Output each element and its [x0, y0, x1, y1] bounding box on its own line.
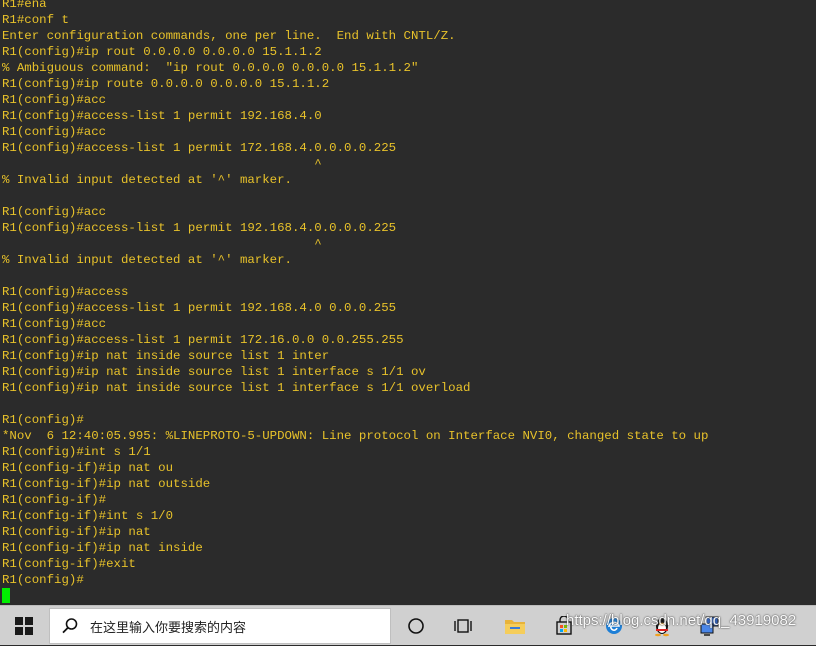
search-icon	[50, 608, 90, 644]
terminal-line: % Invalid input detected at '^' marker.	[2, 173, 292, 187]
terminal-line: R1(config)#access-list 1 permit 172.168.…	[2, 141, 397, 155]
terminal-line: R1(config)#access	[2, 285, 129, 299]
terminal-line: *Nov 6 12:40:05.995: %LINEPROTO-5-UPDOWN…	[2, 429, 709, 443]
terminal-line: R1(config)#ip nat inside source list 1 i…	[2, 365, 426, 379]
terminal-line: R1(config-if)#ip nat inside	[2, 541, 203, 555]
terminal-line: R1(config)#ip nat inside source list 1 i…	[2, 349, 330, 363]
terminal-line: R1(config-if)#ip nat ou	[2, 461, 174, 475]
terminal-line: ^	[2, 157, 322, 171]
windows-logo-icon	[15, 617, 33, 635]
terminal-line: R1(config)#	[2, 573, 84, 587]
terminal-line: R1#ena	[2, 0, 47, 11]
terminal-cursor	[2, 588, 10, 603]
terminal-line: R1(config-if)#ip nat outside	[2, 477, 211, 491]
terminal-line: Enter configuration commands, one per li…	[2, 29, 456, 43]
terminal-window[interactable]: R1#ena R1#conf t Enter configuration comma…	[0, 0, 816, 605]
terminal-line: R1(config)#acc	[2, 93, 107, 107]
terminal-line: R1(config)#access-list 1 permit 192.168.…	[2, 301, 397, 315]
terminal-line: R1(config)#ip rout 0.0.0.0 0.0.0.0 15.1.…	[2, 45, 322, 59]
terminal-line: R1(config)#acc	[2, 125, 107, 139]
terminal-line: R1(config-if)#exit	[2, 557, 136, 571]
start-button[interactable]	[0, 606, 48, 646]
terminal-line: R1(config)#int s 1/1	[2, 445, 151, 459]
terminal-line: R1(config)#	[2, 413, 84, 427]
terminal-line: R1(config-if)#	[2, 493, 107, 507]
terminal-line: R1#conf t	[2, 13, 69, 27]
terminal-line: R1(config-if)#int s 1/0	[2, 509, 174, 523]
terminal-line: % Ambiguous command: "ip rout 0.0.0.0 0.…	[2, 61, 419, 75]
terminal-line: R1(config)#ip route 0.0.0.0 0.0.0.0 15.1…	[2, 77, 330, 91]
task-view-icon[interactable]	[445, 606, 481, 646]
terminal-line: ^	[2, 237, 322, 251]
terminal-output: R1#ena R1#conf t Enter configuration comma…	[2, 0, 708, 588]
taskbar-search-box[interactable]: 在这里输入你要搜索的内容	[49, 608, 391, 644]
terminal-line: R1(config)#access-list 1 permit 192.168.…	[2, 221, 397, 235]
terminal-line: R1(config)#ip nat inside source list 1 i…	[2, 381, 471, 395]
terminal-line: R1(config)#access-list 1 permit 172.16.0…	[2, 333, 404, 347]
terminal-line: R1(config)#acc	[2, 205, 107, 219]
search-placeholder: 在这里输入你要搜索的内容	[90, 620, 247, 636]
file-explorer-icon[interactable]	[497, 606, 533, 646]
csdn-watermark: https://blog.csdn.net/qq_43919082	[566, 612, 797, 629]
cortana-circle-icon[interactable]	[398, 606, 434, 646]
terminal-line: R1(config)#access-list 1 permit 192.168.…	[2, 109, 322, 123]
terminal-line: R1(config)#acc	[2, 317, 107, 331]
terminal-line: R1(config-if)#ip nat	[2, 525, 151, 539]
terminal-line: % Invalid input detected at '^' marker.	[2, 253, 292, 267]
